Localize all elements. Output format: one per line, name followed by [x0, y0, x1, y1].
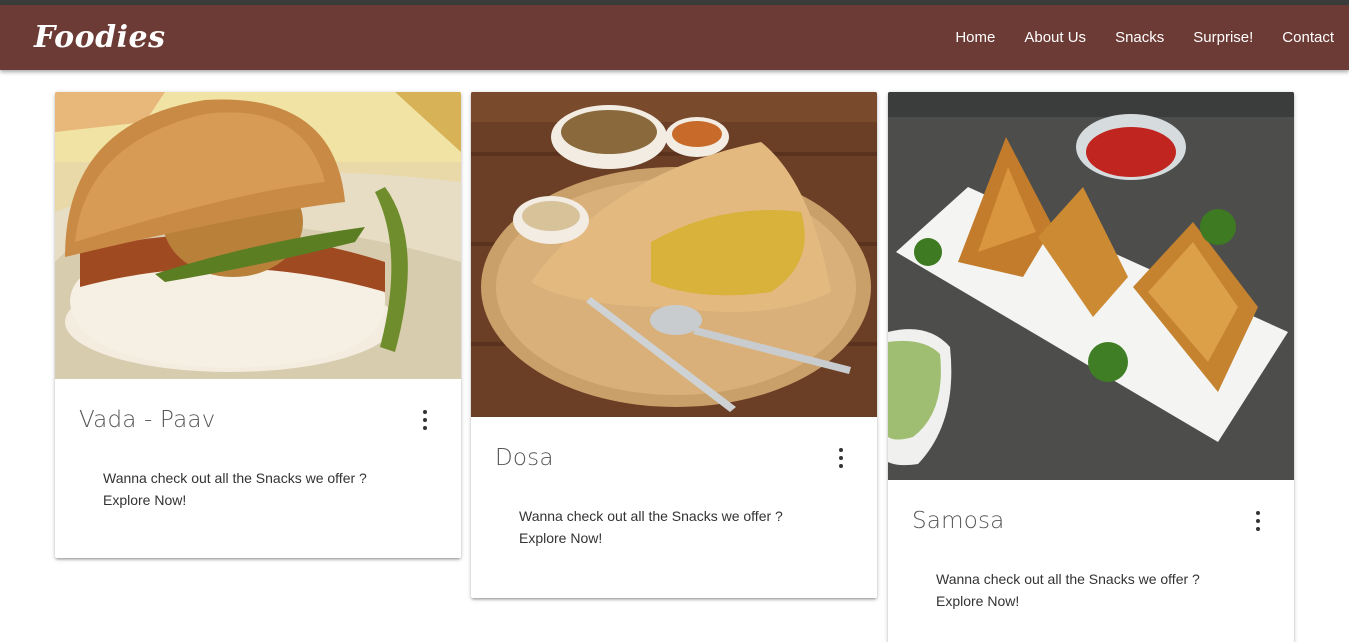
- card-text-line: Wanna check out all the Snacks we offer …: [103, 470, 367, 486]
- vada-paav-image[interactable]: [55, 92, 461, 379]
- card-text-line: Wanna check out all the Snacks we offer …: [936, 571, 1200, 587]
- nav-link-surprise[interactable]: Surprise!: [1193, 29, 1253, 46]
- snack-card-samosa: Samosa Wanna check out all the Snacks we…: [888, 92, 1294, 642]
- more-vert-icon[interactable]: [1250, 511, 1266, 531]
- card-text: Wanna check out all the Snacks we offer …: [519, 505, 783, 549]
- explore-now-text: Explore Now!: [103, 492, 187, 508]
- explore-now-text: Explore Now!: [519, 530, 603, 546]
- snack-card-dosa: Dosa Wanna check out all the Snacks we o…: [471, 92, 877, 598]
- dosa-image[interactable]: [471, 92, 877, 417]
- more-vert-icon[interactable]: [417, 410, 433, 430]
- nav-link-snacks[interactable]: Snacks: [1115, 29, 1164, 46]
- nav-link-home[interactable]: Home: [955, 29, 995, 46]
- card-text: Wanna check out all the Snacks we offer …: [103, 467, 367, 511]
- card-title: Samosa: [912, 508, 1005, 534]
- nav-link-about-us[interactable]: About Us: [1024, 29, 1086, 46]
- explore-now-text: Explore Now!: [936, 593, 1020, 609]
- card-title: Vada - Paav: [79, 407, 216, 433]
- navbar: Foodies Home About Us Snacks Surprise! C…: [0, 5, 1349, 70]
- snack-card-vada-paav: Vada - Paav Wanna check out all the Snac…: [55, 92, 461, 558]
- samosa-image[interactable]: [888, 92, 1294, 480]
- card-text: Wanna check out all the Snacks we offer …: [936, 568, 1200, 612]
- nav-link-contact[interactable]: Contact: [1282, 29, 1334, 46]
- nav-links: Home About Us Snacks Surprise! Contact: [926, 29, 1334, 46]
- brand-logo[interactable]: Foodies: [34, 20, 166, 55]
- card-title: Dosa: [495, 445, 554, 471]
- card-text-line: Wanna check out all the Snacks we offer …: [519, 508, 783, 524]
- more-vert-icon[interactable]: [833, 448, 849, 468]
